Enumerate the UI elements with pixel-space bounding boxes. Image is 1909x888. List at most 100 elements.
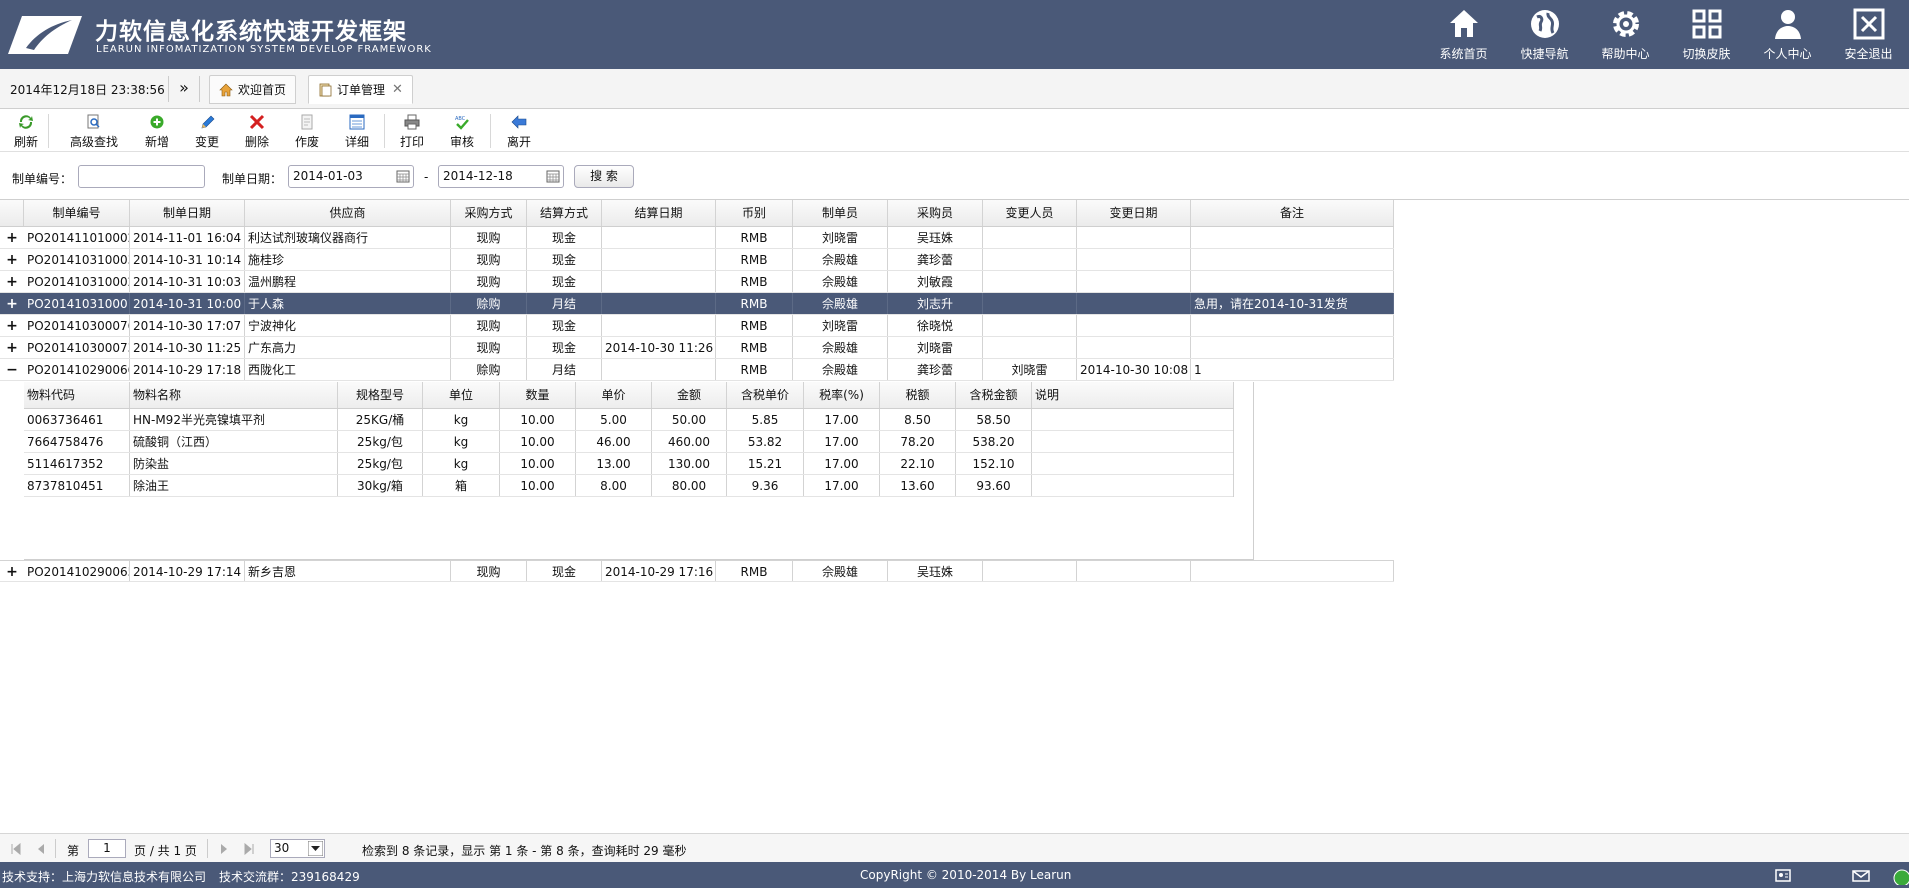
column-header[interactable]: 采购员 xyxy=(888,200,983,226)
subgrid-cell: 0063736461 xyxy=(24,409,130,430)
order-no-label: 制单编号： xyxy=(12,172,73,186)
subgrid-cell: 50.00 xyxy=(652,409,727,430)
tab-close-icon[interactable]: ✕ xyxy=(392,82,403,97)
page-size-select[interactable]: 30 xyxy=(270,839,325,858)
table-cell xyxy=(983,293,1077,314)
table-cell: 现购 xyxy=(451,227,527,248)
table-cell: 2014-10-30 11:26 xyxy=(602,337,716,358)
subgrid-row[interactable]: 7664758476 硫酸铜（江西） 25kg/包 kg 10.00 46.00 460.0… xyxy=(24,431,1234,453)
nav-skin[interactable]: 切换皮肤 xyxy=(1666,0,1747,69)
tab-welcome[interactable]: 欢迎首页 xyxy=(209,75,297,104)
table-cell xyxy=(1077,249,1191,270)
subgrid-column-header[interactable]: 物料代码 xyxy=(24,382,130,408)
app-title: 力软信息化系统快速开发框架 xyxy=(95,19,407,45)
date-from-input[interactable]: 2014-01-03 xyxy=(288,165,414,188)
tab-scroll-button[interactable]: » xyxy=(168,76,200,102)
subgrid-cell: HN-M92半光亮镍填平剂 xyxy=(130,409,338,430)
subgrid-column-header[interactable]: 金额 xyxy=(652,382,727,408)
subgrid-column-header[interactable]: 规格型号 xyxy=(338,382,423,408)
subgrid-column-header[interactable]: 单价 xyxy=(576,382,652,408)
expand-toggle[interactable]: + xyxy=(0,271,24,293)
subgrid-column-header[interactable]: 含税金额 xyxy=(956,382,1032,408)
nav-help[interactable]: 帮助中心 xyxy=(1585,0,1666,69)
column-header[interactable]: 结算方式 xyxy=(527,200,602,226)
expand-toggle[interactable]: + xyxy=(0,315,24,337)
column-header[interactable]: 变更日期 xyxy=(1077,200,1191,226)
table-row[interactable]: + PO201410310002 2014-10-31 10:03 温州鹏程 现购 现金… xyxy=(0,271,1394,293)
subgrid-column-header[interactable]: 说明 xyxy=(1032,382,1234,408)
first-page-icon[interactable] xyxy=(10,843,22,855)
column-header[interactable]: 变更人员 xyxy=(983,200,1077,226)
table-row[interactable]: + PO201410310003 2014-10-31 10:14 施桂珍 现购 现金 R… xyxy=(0,249,1394,271)
table-cell: RMB xyxy=(716,561,793,581)
page-number-input[interactable]: 1 xyxy=(88,839,126,858)
subgrid-row[interactable]: 5114617352 防染盐 25kg/包 kg 10.00 13.00 130.00 15.… xyxy=(24,453,1234,475)
search-button[interactable]: 搜 索 xyxy=(574,165,634,188)
table-row[interactable]: + PO201411010002 2014-11-01 16:04 利达试剂玻璃仪器… xyxy=(0,227,1394,249)
subgrid-cell: 10.00 xyxy=(500,453,576,474)
print-button[interactable]: 打印 xyxy=(400,114,424,150)
subgrid-cell: 17.00 xyxy=(804,475,880,496)
void-button[interactable]: 作废 xyxy=(295,114,319,150)
column-header[interactable]: 采购方式 xyxy=(451,200,527,226)
table-row[interactable]: + PO201410300073 2014-10-30 11:25 广东高力 现购 现金… xyxy=(0,337,1394,359)
nav-home[interactable]: 系统首页 xyxy=(1423,0,1504,69)
last-page-icon[interactable] xyxy=(243,843,255,855)
add-button[interactable]: 新增 xyxy=(145,114,169,150)
edit-button[interactable]: 变更 xyxy=(195,114,219,150)
table-cell: 现金 xyxy=(527,227,602,248)
calendar-icon[interactable] xyxy=(396,169,410,183)
next-page-icon[interactable] xyxy=(218,843,230,855)
subgrid-row[interactable]: 0063736461 HN-M92半光亮镍填平剂 25KG/桶 kg 10.00 5.00… xyxy=(24,409,1234,431)
subgrid-cell: 9.36 xyxy=(727,475,804,496)
audit-button[interactable]: ABC 审核 xyxy=(450,114,474,150)
subgrid-column-header[interactable]: 税率(%) xyxy=(804,382,880,408)
detail-icon xyxy=(349,114,365,130)
column-header[interactable]: 备注 xyxy=(1191,200,1394,226)
table-row[interactable]: + PO201410310001 2014-10-31 10:00 于人森 赊购 月结 R… xyxy=(0,293,1394,315)
subgrid-column-header[interactable]: 税额 xyxy=(880,382,956,408)
subgrid-column-header[interactable]: 数量 xyxy=(500,382,576,408)
subgrid-column-header[interactable]: 含税单价 xyxy=(727,382,804,408)
delete-button[interactable]: 删除 xyxy=(245,114,269,150)
column-header[interactable]: 制单员 xyxy=(793,200,888,226)
refresh-button[interactable]: 刷新 xyxy=(14,114,38,150)
nav-logout[interactable]: 安全退出 xyxy=(1828,0,1909,69)
column-header[interactable]: 制单编号 xyxy=(24,200,130,226)
exit-button[interactable]: 离开 xyxy=(507,114,531,150)
expand-toggle[interactable]: + xyxy=(0,227,24,249)
subgrid-column-header[interactable]: 单位 xyxy=(423,382,500,408)
nav-quick[interactable]: 快捷导航 xyxy=(1504,0,1585,69)
tab-bar: 2014年12月18日 23:38:56 » 欢迎首页 订单管理 ✕ xyxy=(0,69,1909,109)
nav-profile-label: 个人中心 xyxy=(1763,47,1812,61)
nav-profile[interactable]: 个人中心 xyxy=(1747,0,1828,69)
detail-button[interactable]: 详细 xyxy=(345,114,369,150)
calendar-icon[interactable] xyxy=(546,169,560,183)
column-header[interactable]: 结算日期 xyxy=(602,200,716,226)
table-row[interactable]: + PO201410290065 2014-10-29 17:14 新乡吉恩 现购 现金… xyxy=(0,560,1394,582)
column-header[interactable]: 制单日期 xyxy=(130,200,245,226)
tab-order-management[interactable]: 订单管理 ✕ xyxy=(308,75,413,104)
order-no-input[interactable] xyxy=(78,165,205,188)
expand-toggle[interactable]: + xyxy=(0,337,24,359)
table-row[interactable]: − PO201410290066 2014-10-29 17:18 西陇化工 赊购 月结… xyxy=(0,359,1394,381)
mail-icon[interactable] xyxy=(1852,870,1870,882)
advanced-search-button[interactable]: 高级查找 xyxy=(70,114,118,150)
table-cell: 现金 xyxy=(527,249,602,270)
subgrid-row[interactable]: 8737810451 除油王 30kg/箱箱 10.00 8.00 80.00 9.36 17… xyxy=(24,475,1234,497)
date-to-input[interactable]: 2014-12-18 xyxy=(438,165,564,188)
table-cell: 施桂珍 xyxy=(245,249,451,270)
subgrid-cell: 46.00 xyxy=(576,431,652,452)
prev-page-icon[interactable] xyxy=(35,843,47,855)
expand-toggle[interactable]: + xyxy=(0,293,24,315)
contact-card-icon[interactable] xyxy=(1775,869,1791,882)
expand-toggle[interactable]: − xyxy=(0,359,24,381)
table-cell: RMB xyxy=(716,359,793,380)
column-header[interactable]: 供应商 xyxy=(245,200,451,226)
expand-toggle[interactable]: + xyxy=(0,561,24,583)
app-subtitle: LEARUN INFOMATIZATION SYSTEM DEVELOP FRA… xyxy=(96,44,432,55)
table-row[interactable]: + PO201410300076 2014-10-30 17:07 宁波神化 现购 现金… xyxy=(0,315,1394,337)
subgrid-column-header[interactable]: 物料名称 xyxy=(130,382,338,408)
column-header[interactable]: 币别 xyxy=(716,200,793,226)
expand-toggle[interactable]: + xyxy=(0,249,24,271)
